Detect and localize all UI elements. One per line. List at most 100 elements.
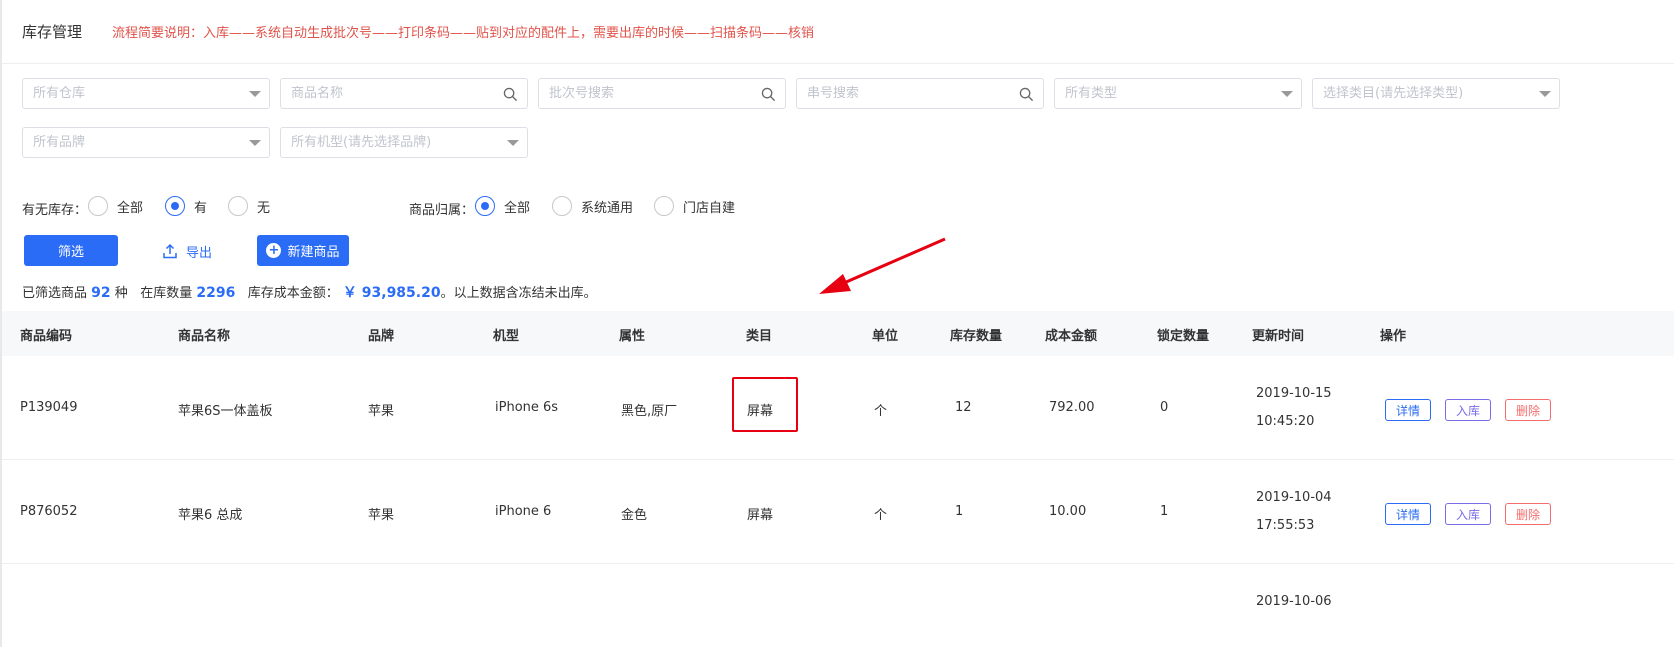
new-product-button[interactable]: + 新建商品 — [257, 235, 349, 266]
warehouse-select-input[interactable] — [23, 79, 269, 108]
brand-select[interactable] — [22, 127, 270, 158]
model-select-input[interactable] — [281, 128, 527, 157]
chevron-down-icon — [249, 91, 261, 97]
plus-circle-icon: + — [266, 243, 282, 258]
stock-radio-no[interactable]: 无 — [228, 196, 270, 216]
model-select[interactable] — [280, 127, 528, 158]
table-row: P876052 苹果6 总成 苹果 iPhone 6 金色 屏幕 个 1 10.… — [2, 460, 1674, 564]
instock-button[interactable]: 入库 — [1445, 399, 1491, 421]
search-icon[interactable] — [761, 87, 776, 102]
summary-text: 在库数量 — [140, 286, 193, 301]
detail-button[interactable]: 详情 — [1385, 399, 1431, 421]
search-icon[interactable] — [503, 87, 518, 102]
column-header: 单位 — [872, 329, 899, 344]
cell-attributes: 黑色,原厂 — [621, 404, 678, 419]
cell-model: iPhone 6 — [495, 504, 552, 519]
annotation-arrow-icon — [819, 237, 946, 294]
upload-icon — [163, 243, 177, 259]
table-row: P139049 苹果6S一体盖板 苹果 iPhone 6s 黑色,原厂 屏幕 个… — [2, 356, 1674, 460]
batch-search[interactable] — [538, 78, 786, 109]
cell-locked: 1 — [1160, 504, 1169, 519]
product-name-search[interactable] — [280, 78, 528, 109]
category-select[interactable] — [1312, 78, 1560, 109]
ownership-radio-system[interactable]: 系统通用 — [552, 196, 633, 216]
chevron-down-icon — [1281, 91, 1293, 97]
radio-label: 系统通用 — [581, 200, 634, 216]
cell-stock: 12 — [955, 400, 972, 415]
chevron-down-icon — [1539, 91, 1551, 97]
cell-update-date: 2019-10-15 — [1256, 386, 1332, 401]
page-title: 库存管理 — [22, 23, 83, 41]
ownership-radio-store[interactable]: 门店自建 — [654, 196, 735, 216]
serial-search-input[interactable] — [797, 79, 1043, 108]
instock-button[interactable]: 入库 — [1445, 503, 1491, 525]
summary-text: 种 — [114, 286, 128, 301]
column-header: 锁定数量 — [1157, 329, 1210, 344]
export-label: 导出 — [186, 245, 213, 261]
radio-label: 门店自建 — [683, 200, 736, 216]
summary-text: 已筛选商品 — [22, 286, 88, 301]
serial-search[interactable] — [796, 78, 1044, 109]
cell-attributes: 金色 — [621, 508, 648, 523]
new-product-label: 新建商品 — [287, 245, 340, 260]
type-select-input[interactable] — [1055, 79, 1301, 108]
column-header: 类目 — [746, 329, 773, 344]
page-header: 库存管理 流程简要说明：入库——系统自动生成批次号——打印条码——贴到对应的配件… — [2, 0, 1674, 64]
category-select-input[interactable] — [1313, 79, 1559, 108]
stock-radio-yes[interactable]: 有 — [165, 196, 207, 216]
cell-brand: 苹果 — [368, 404, 395, 419]
radio-checked-icon[interactable] — [165, 196, 185, 216]
summary-text: 。以上数据含冻结未出库。 — [440, 286, 597, 301]
radio-label: 有 — [194, 200, 208, 216]
column-header: 商品名称 — [178, 329, 231, 344]
radio-label: 全部 — [504, 200, 531, 216]
stock-filter-label: 有无库存： — [22, 203, 88, 218]
cell-cost: 10.00 — [1049, 504, 1087, 519]
cell-update-time: 10:45:20 — [1256, 414, 1315, 429]
cell-unit: 个 — [874, 508, 888, 523]
cell-locked: 0 — [1160, 400, 1169, 415]
stock-radio-all[interactable]: 全部 — [88, 196, 143, 216]
cost-amount: ￥ 93,985.20 — [342, 285, 441, 301]
cell-category: 屏幕 — [747, 508, 774, 523]
brand-select-input[interactable] — [23, 128, 269, 157]
column-header: 商品编码 — [20, 329, 73, 344]
cell-update-date: 2019-10-06 — [1256, 594, 1332, 609]
cell-unit: 个 — [874, 404, 888, 419]
cell-model: iPhone 6s — [495, 400, 559, 415]
column-header: 更新时间 — [1252, 329, 1305, 344]
cell-name: 苹果6 总成 — [178, 508, 243, 523]
search-icon[interactable] — [1019, 87, 1034, 102]
export-button[interactable]: 导出 — [162, 238, 212, 264]
cell-update-date: 2019-10-04 — [1256, 490, 1332, 505]
filter-button[interactable]: 筛选 — [24, 235, 118, 266]
radio-checked-icon[interactable] — [475, 196, 495, 216]
radio-icon[interactable] — [654, 196, 674, 216]
product-count: 92 — [91, 285, 111, 301]
chevron-down-icon — [249, 140, 261, 146]
warehouse-select[interactable] — [22, 78, 270, 109]
column-header: 机型 — [493, 329, 520, 344]
detail-button[interactable]: 详情 — [1385, 503, 1431, 525]
cell-code: P139049 — [20, 400, 78, 415]
cell-code: P876052 — [20, 504, 78, 519]
type-select[interactable] — [1054, 78, 1302, 109]
ownership-radio-all[interactable]: 全部 — [475, 196, 530, 216]
ownership-filter-label: 商品归属： — [409, 203, 475, 218]
cell-cost: 792.00 — [1049, 400, 1095, 415]
radio-icon[interactable] — [228, 196, 248, 216]
batch-search-input[interactable] — [539, 79, 785, 108]
radio-icon[interactable] — [88, 196, 108, 216]
delete-button[interactable]: 删除 — [1505, 399, 1551, 421]
cell-update-time: 17:55:53 — [1256, 518, 1315, 533]
product-name-input[interactable] — [281, 79, 527, 108]
column-header: 成本金额 — [1045, 329, 1098, 344]
column-header: 属性 — [619, 329, 646, 344]
cell-name: 苹果6S一体盖板 — [178, 404, 273, 419]
stock-quantity: 2296 — [196, 285, 236, 301]
radio-icon[interactable] — [552, 196, 572, 216]
summary-bar: 已筛选商品 92 种 在库数量 2296 库存成本金额： ￥ 93,985.20… — [22, 282, 597, 302]
radio-filters: 有无库存： 全部 有 无 商品归属： 全部 系统通用 门店自建 — [22, 196, 1622, 220]
delete-button[interactable]: 删除 — [1505, 503, 1551, 525]
category-highlight-box — [732, 377, 798, 432]
